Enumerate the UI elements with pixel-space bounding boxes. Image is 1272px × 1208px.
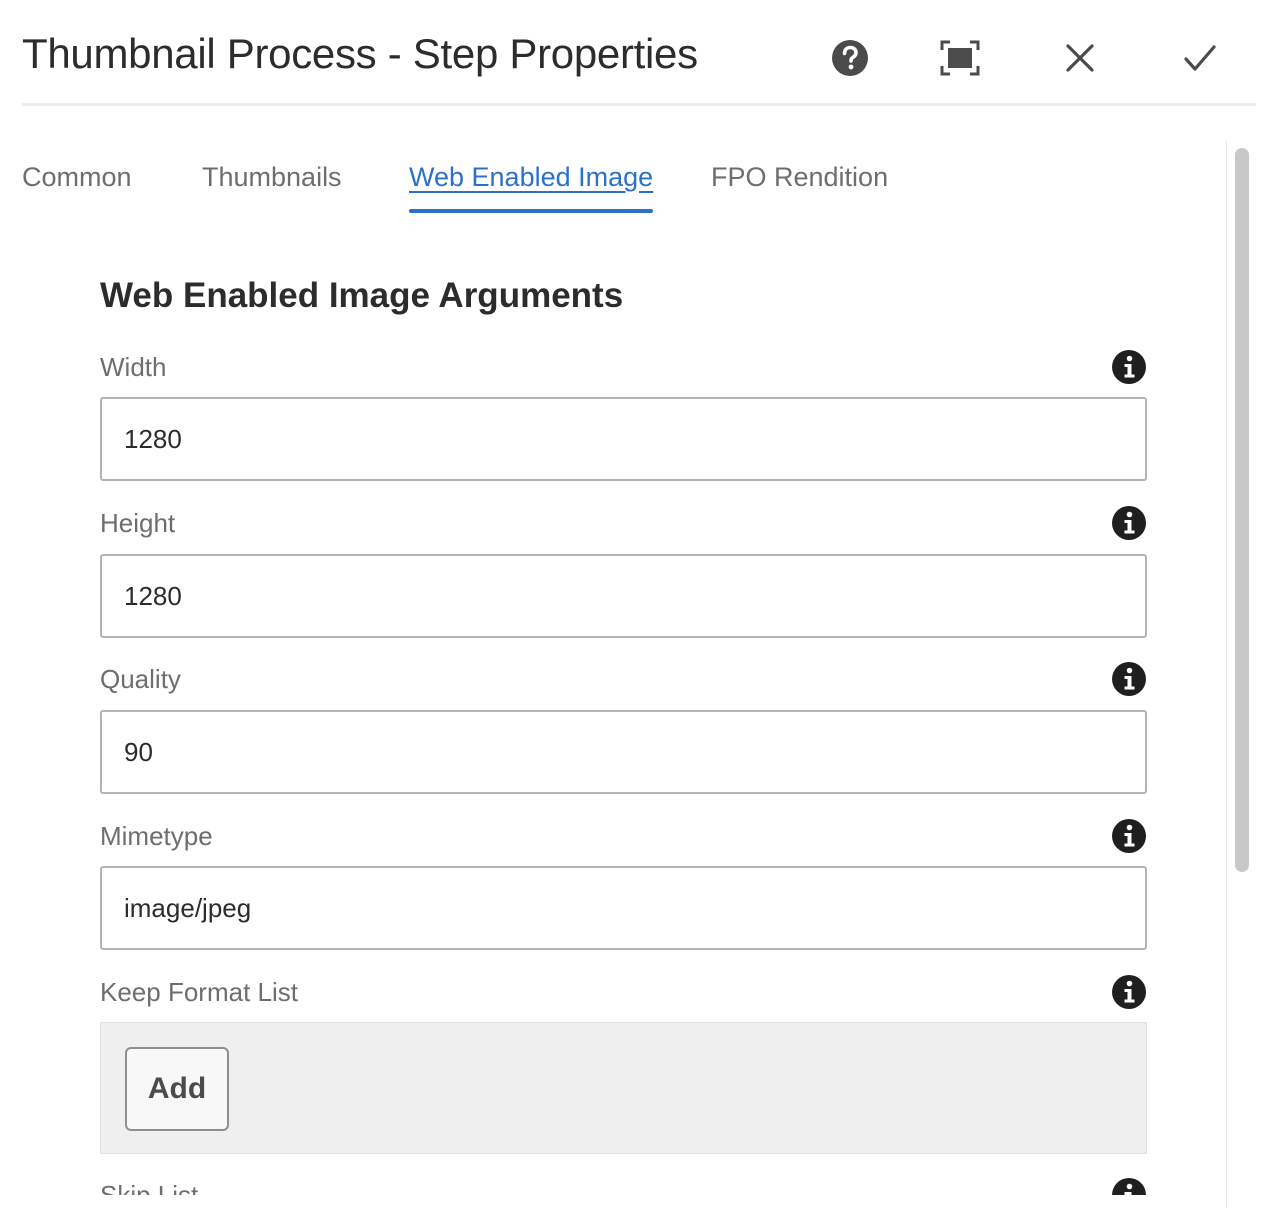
mimetype-field[interactable] (100, 866, 1147, 950)
keep-format-list-label: Keep Format List (100, 977, 298, 1007)
width-label: Width (100, 352, 167, 382)
info-icon[interactable] (1111, 661, 1147, 697)
checkmark-icon (1184, 45, 1216, 71)
width-field[interactable] (100, 397, 1147, 481)
info-icon[interactable] (1111, 974, 1147, 1010)
quality-label: Quality (100, 664, 181, 694)
section-title: Web Enabled Image Arguments (100, 276, 624, 315)
add-button[interactable]: Add (125, 1047, 229, 1131)
height-label: Height (100, 508, 176, 538)
info-icon[interactable] (1111, 1177, 1147, 1195)
quality-field[interactable] (100, 710, 1147, 794)
mimetype-label: Mimetype (100, 821, 213, 851)
panel-content: Web Enabled Image Arguments Width Height… (100, 0, 1147, 1195)
info-icon[interactable] (1111, 349, 1147, 385)
scrollbar-thumb[interactable] (1235, 148, 1249, 872)
skip-list-label: Skip List (100, 1180, 199, 1195)
scrollbar[interactable] (1226, 140, 1256, 1208)
info-icon[interactable] (1111, 505, 1147, 541)
done-button[interactable] (1176, 34, 1224, 82)
keep-format-list-multifield: Add (100, 1022, 1147, 1154)
height-field[interactable] (100, 554, 1147, 638)
info-icon[interactable] (1111, 818, 1147, 854)
